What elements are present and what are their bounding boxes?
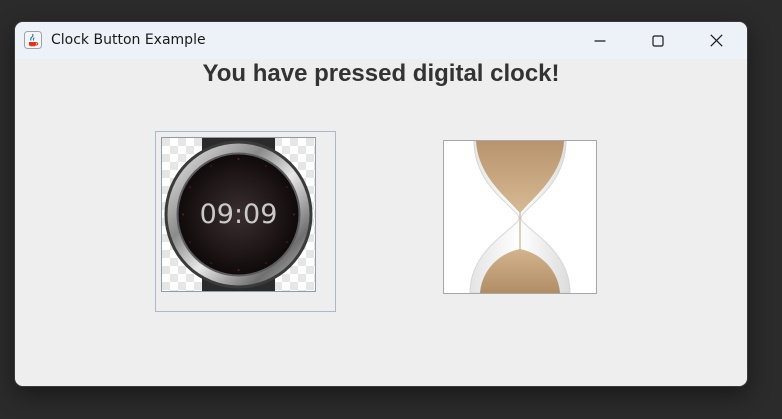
java-app-icon [24,31,42,49]
content-panel: You have pressed digital clock! 09:09 [15,59,747,386]
minimize-button[interactable] [571,22,629,59]
maximize-icon [652,34,664,47]
window-title: Clock Button Example [51,32,206,48]
close-icon [709,34,723,47]
status-heading: You have pressed digital clock! [202,60,560,87]
watch-time-display: 09:09 [200,199,278,230]
digital-watch-icon: 09:09 [161,137,316,292]
title-bar[interactable]: Clock Button Example [15,22,747,59]
app-window: Clock Button Example You have pressed di… [15,22,747,386]
minimize-icon [594,39,606,42]
digital-clock-button[interactable]: 09:09 [155,131,336,312]
hourglass-button[interactable] [443,140,597,294]
close-button[interactable] [687,22,745,59]
maximize-button[interactable] [629,22,687,59]
hourglass-icon [444,141,596,293]
